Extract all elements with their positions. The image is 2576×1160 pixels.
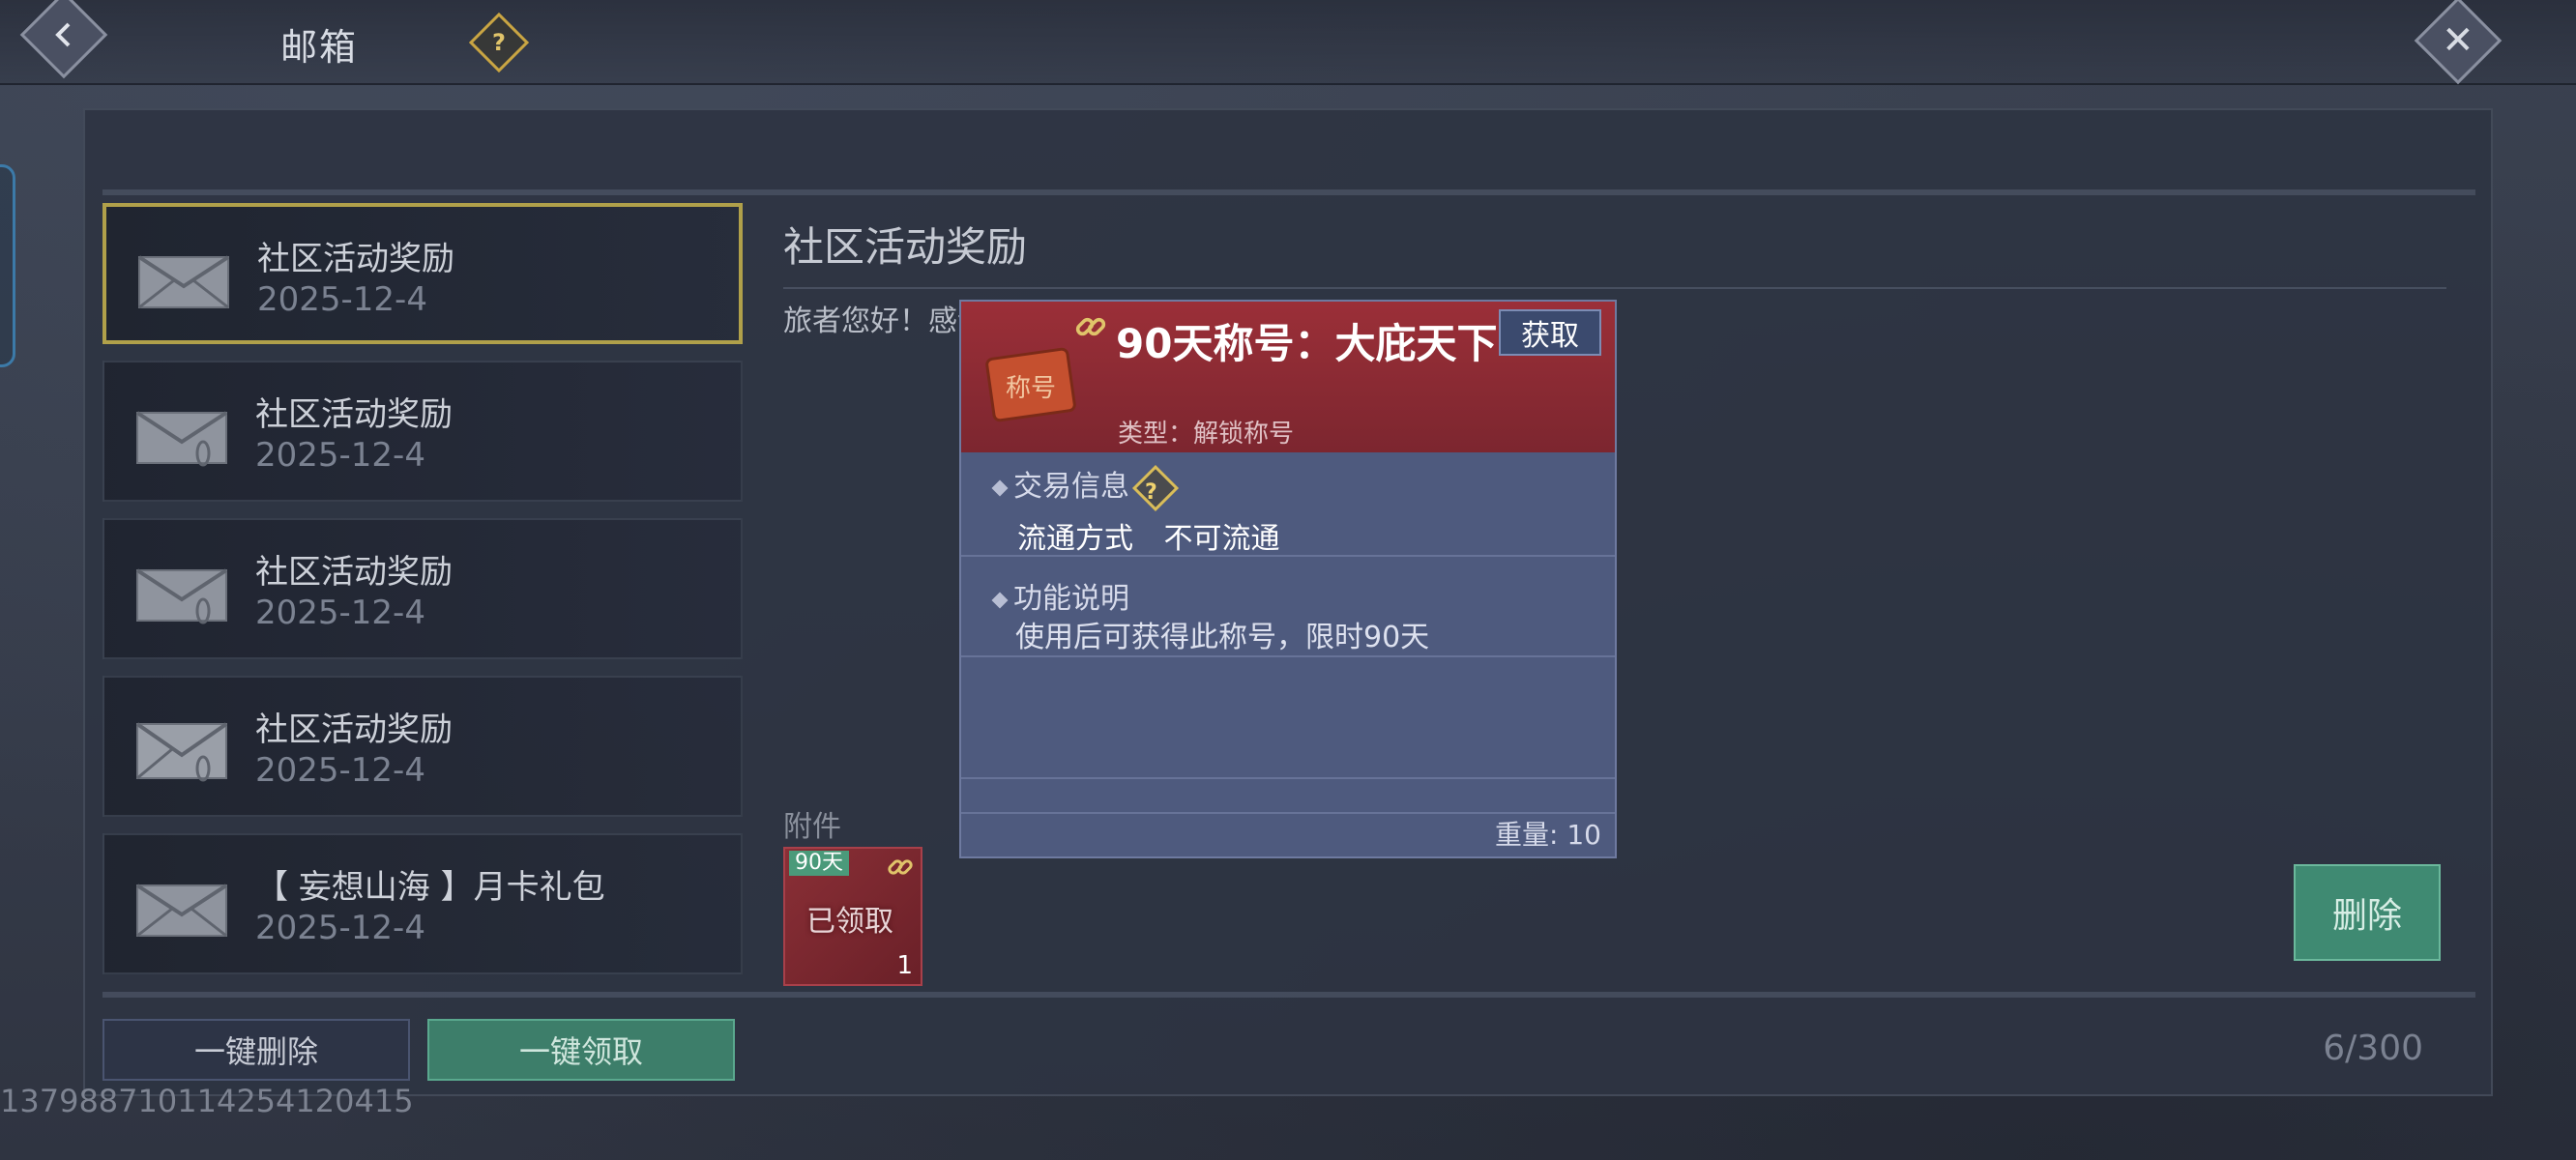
mail-item[interactable]: 社区活动奖励 2025-12-4: [102, 361, 743, 502]
envelope-icon: [137, 255, 230, 309]
mail-title: 【 妄想山海 】月卡礼包: [255, 868, 605, 907]
mail-count: 6/300: [2323, 1029, 2423, 1068]
mail-item[interactable]: 社区活动奖励 2025-12-4: [102, 518, 743, 659]
trade-info-heading: 交易信息?: [991, 462, 1180, 511]
question-icon[interactable]: ?: [468, 12, 530, 73]
close-button[interactable]: ✕: [2414, 0, 2503, 85]
mail-date: 2025-12-4: [255, 751, 425, 790]
circulation-label: 流通方式: [1017, 522, 1133, 556]
delete-button[interactable]: 删除: [2294, 864, 2441, 961]
envelope-attachment-icon: [135, 411, 228, 467]
title-scroll-icon: 称号: [985, 347, 1076, 422]
mail-date: 2025-12-4: [257, 280, 427, 319]
side-tab[interactable]: [0, 164, 15, 367]
mail-date: 2025-12-4: [255, 594, 425, 632]
function-heading: 功能说明: [991, 574, 1129, 617]
close-icon: ✕: [2442, 17, 2474, 63]
envelope-icon: [135, 884, 228, 938]
item-tooltip: 称号 90天称号：大庇天下 获取 类型：解锁称号 交易信息? 流通方式 不可流通…: [959, 300, 1617, 858]
envelope-attachment-icon: [135, 722, 228, 782]
link-icon: [1075, 317, 1106, 336]
divider: [961, 555, 1615, 557]
mail-date: 2025-12-4: [255, 909, 425, 947]
circulation-row: 流通方式 不可流通: [1017, 514, 1280, 557]
divider: [961, 777, 1615, 779]
function-label: 功能说明: [1013, 582, 1129, 616]
diamond-bullet-icon: [991, 592, 1009, 608]
mail-title: 社区活动奖励: [257, 240, 454, 278]
item-weight: 重量: 10: [1495, 819, 1601, 851]
delete-all-button[interactable]: 一键删除: [102, 1019, 410, 1081]
link-icon: [888, 859, 913, 875]
divider: [102, 189, 2475, 195]
function-description: 使用后可获得此称号，限时90天: [1015, 621, 1430, 654]
mail-title: 社区活动奖励: [255, 553, 453, 592]
divider: [102, 992, 2475, 998]
envelope-attachment-icon: [135, 568, 228, 624]
item-count: 1: [896, 951, 913, 980]
page-title: 邮箱: [280, 26, 359, 69]
trade-info-label: 交易信息: [1013, 470, 1129, 504]
diamond-bullet-icon: [991, 479, 1009, 496]
mail-item[interactable]: 社区活动奖励 2025-12-4: [102, 676, 743, 817]
top-bar: 邮箱 ? ✕: [0, 0, 2576, 85]
question-icon[interactable]: ?: [1131, 464, 1180, 511]
content-title: 社区活动奖励: [783, 223, 1028, 271]
circulation-value: 不可流通: [1163, 522, 1280, 556]
mail-title: 社区活动奖励: [255, 395, 453, 434]
back-button[interactable]: [19, 0, 108, 79]
chevron-left-icon: [55, 22, 71, 47]
attachment-item[interactable]: 90天 已领取 1: [783, 847, 922, 986]
attachment-label: 附件: [783, 810, 841, 844]
mail-item[interactable]: 社区活动奖励 2025-12-4: [102, 203, 743, 344]
divider: [961, 655, 1615, 657]
tooltip-title: 90天称号：大庇天下: [1116, 320, 1498, 367]
user-id: 1379887101142541204​15: [0, 1083, 414, 1119]
mail-item[interactable]: 【 妄想山海 】月卡礼包 2025-12-4: [102, 833, 743, 974]
mail-title: 社区活动奖励: [255, 710, 453, 749]
mail-list: 社区活动奖励 2025-12-4 社区活动奖励 2025-12-4 社区活动奖励…: [102, 203, 743, 991]
duration-badge: 90天: [789, 851, 849, 876]
tooltip-header: 称号 90天称号：大庇天下 获取 类型：解锁称号: [961, 302, 1615, 452]
divider: [783, 287, 2446, 289]
obtain-button[interactable]: 获取: [1499, 309, 1601, 356]
claim-all-button[interactable]: 一键领取: [427, 1019, 735, 1081]
item-type: 类型：解锁称号: [1118, 420, 1295, 449]
svg-text:称号: 称号: [1006, 374, 1056, 403]
claimed-status: 已领取: [806, 905, 893, 939]
mail-date: 2025-12-4: [255, 436, 425, 475]
